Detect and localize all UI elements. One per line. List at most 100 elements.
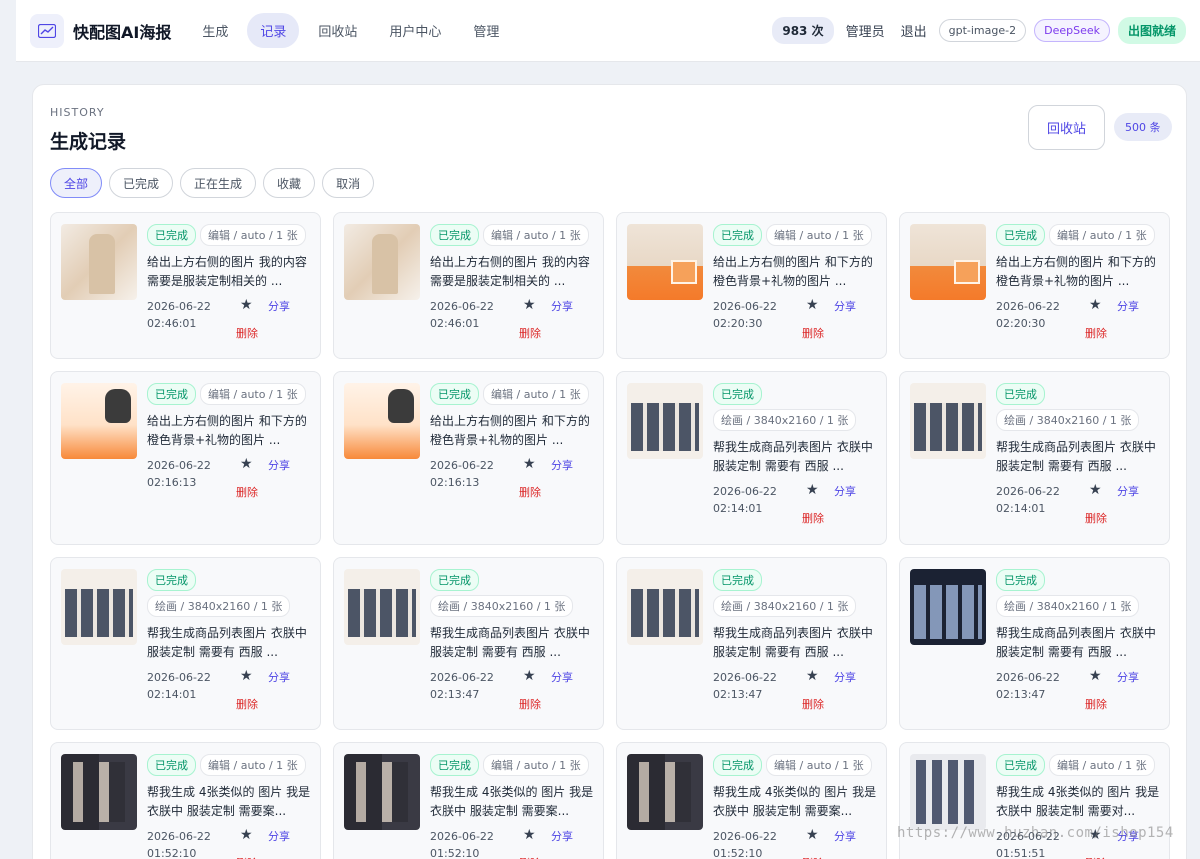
record-thumbnail[interactable]: [910, 224, 986, 300]
record-card[interactable]: 已完成 编辑 / auto / 1 张 给出上方右侧的图片 和下方的 橙色背景+…: [899, 212, 1170, 359]
recycle-bin-button[interactable]: 回收站: [1028, 105, 1105, 150]
record-card[interactable]: 已完成 绘画 / 3840x2160 / 1 张 帮我生成商品列表图片 衣朕中 …: [333, 557, 604, 730]
record-thumbnail[interactable]: [61, 224, 137, 300]
nav-records[interactable]: 记录: [247, 13, 300, 48]
record-meta-badge: 编辑 / auto / 1 张: [766, 224, 872, 246]
share-button[interactable]: 分享: [834, 828, 856, 844]
share-button[interactable]: 分享: [1117, 298, 1139, 314]
star-icon[interactable]: ★: [240, 297, 253, 313]
delete-button[interactable]: 删除: [519, 484, 541, 500]
delete-button[interactable]: 删除: [519, 696, 541, 712]
share-button[interactable]: 分享: [268, 669, 290, 685]
share-button[interactable]: 分享: [834, 669, 856, 685]
delete-button[interactable]: 删除: [236, 855, 258, 859]
share-button[interactable]: 分享: [834, 298, 856, 314]
record-body: 已完成 绘画 / 3840x2160 / 1 张 帮我生成商品列表图片 衣朕中 …: [996, 383, 1161, 526]
record-meta-badge: 绘画 / 3840x2160 / 1 张: [430, 595, 574, 617]
logout-link[interactable]: 退出: [897, 21, 931, 40]
filter-favorites[interactable]: 收藏: [263, 168, 316, 198]
record-thumbnail[interactable]: [61, 383, 137, 459]
delete-button[interactable]: 删除: [1085, 510, 1107, 526]
app-logo[interactable]: [30, 13, 64, 48]
nav-user-center[interactable]: 用户中心: [376, 13, 454, 48]
nav-generate[interactable]: 生成: [189, 13, 241, 48]
delete-button[interactable]: 删除: [1085, 325, 1107, 341]
delete-button[interactable]: 删除: [1085, 696, 1107, 712]
star-icon[interactable]: ★: [806, 827, 819, 843]
record-thumbnail[interactable]: [61, 569, 137, 645]
nav-recycle[interactable]: 回收站: [305, 13, 370, 48]
record-card[interactable]: 已完成 绘画 / 3840x2160 / 1 张 帮我生成商品列表图片 衣朕中 …: [50, 557, 321, 730]
record-card[interactable]: 已完成 编辑 / auto / 1 张 帮我生成 4张类似的 图片 我是衣朕中 …: [899, 742, 1170, 859]
star-icon[interactable]: ★: [1089, 297, 1102, 313]
record-thumbnail[interactable]: [61, 754, 137, 830]
record-card[interactable]: 已完成 编辑 / auto / 1 张 给出上方右侧的图片 和下方的 橙色背景+…: [616, 212, 887, 359]
delete-button[interactable]: 删除: [236, 325, 258, 341]
record-thumbnail[interactable]: [910, 569, 986, 645]
share-button[interactable]: 分享: [268, 298, 290, 314]
record-card[interactable]: 已完成 编辑 / auto / 1 张 给出上方右侧的图片 我的内容需要是服装定…: [50, 212, 321, 359]
star-icon[interactable]: ★: [240, 827, 253, 843]
record-thumbnail[interactable]: [627, 569, 703, 645]
record-footer: 2026-06-22 02:46:01 ★ 分享 删除: [147, 297, 312, 341]
share-button[interactable]: 分享: [268, 828, 290, 844]
record-card[interactable]: 已完成 编辑 / auto / 1 张 给出上方右侧的图片 我的内容需要是服装定…: [333, 212, 604, 359]
record-card[interactable]: 已完成 绘画 / 3840x2160 / 1 张 帮我生成商品列表图片 衣朕中 …: [616, 371, 887, 545]
share-button[interactable]: 分享: [1117, 483, 1139, 499]
delete-button[interactable]: 删除: [802, 325, 824, 341]
delete-button[interactable]: 删除: [519, 855, 541, 859]
star-icon[interactable]: ★: [240, 668, 253, 684]
share-button[interactable]: 分享: [551, 298, 573, 314]
delete-button[interactable]: 删除: [802, 696, 824, 712]
share-button[interactable]: 分享: [1117, 669, 1139, 685]
star-icon[interactable]: ★: [806, 297, 819, 313]
record-thumbnail[interactable]: [910, 383, 986, 459]
record-card[interactable]: 已完成 编辑 / auto / 1 张 帮我生成 4张类似的 图片 我是衣朕中 …: [616, 742, 887, 859]
record-card[interactable]: 已完成 绘画 / 3840x2160 / 1 张 帮我生成商品列表图片 衣朕中 …: [899, 557, 1170, 730]
record-tags: 已完成 编辑 / auto / 1 张: [713, 754, 878, 776]
star-icon[interactable]: ★: [806, 482, 819, 498]
star-icon[interactable]: ★: [523, 297, 536, 313]
filter-cancelled[interactable]: 取消: [322, 168, 375, 198]
filter-generating[interactable]: 正在生成: [180, 168, 257, 198]
star-icon[interactable]: ★: [523, 827, 536, 843]
record-card[interactable]: 已完成 编辑 / auto / 1 张 帮我生成 4张类似的 图片 我是衣朕中 …: [50, 742, 321, 859]
star-icon[interactable]: ★: [1089, 668, 1102, 684]
record-thumbnail[interactable]: [344, 754, 420, 830]
record-card[interactable]: 已完成 编辑 / auto / 1 张 给出上方右侧的图片 和下方的 橙色背景+…: [50, 371, 321, 545]
record-card[interactable]: 已完成 绘画 / 3840x2160 / 1 张 帮我生成商品列表图片 衣朕中 …: [616, 557, 887, 730]
nav-admin[interactable]: 管理: [460, 13, 512, 48]
record-card[interactable]: 已完成 编辑 / auto / 1 张 帮我生成 4张类似的 图片 我是衣朕中 …: [333, 742, 604, 859]
record-card[interactable]: 已完成 绘画 / 3840x2160 / 1 张 帮我生成商品列表图片 衣朕中 …: [899, 371, 1170, 545]
record-thumbnail[interactable]: [627, 224, 703, 300]
record-card[interactable]: 已完成 编辑 / auto / 1 张 给出上方右侧的图片 和下方的 橙色背景+…: [333, 371, 604, 545]
user-role[interactable]: 管理员: [842, 21, 889, 40]
delete-button[interactable]: 删除: [236, 696, 258, 712]
record-footer: 2026-06-22 01:52:10 ★ 分享 删除: [430, 827, 595, 859]
filter-completed[interactable]: 已完成: [109, 168, 174, 198]
share-button[interactable]: 分享: [268, 457, 290, 473]
star-icon[interactable]: ★: [1089, 482, 1102, 498]
delete-button[interactable]: 删除: [802, 855, 824, 859]
record-thumbnail[interactable]: [627, 754, 703, 830]
record-body: 已完成 绘画 / 3840x2160 / 1 张 帮我生成商品列表图片 衣朕中 …: [713, 383, 878, 526]
share-button[interactable]: 分享: [551, 457, 573, 473]
header-right: 983 次 管理员 退出 gpt-image-2 DeepSeek 出图就绪: [772, 17, 1186, 44]
share-button[interactable]: 分享: [551, 828, 573, 844]
record-thumbnail[interactable]: [627, 383, 703, 459]
share-button[interactable]: 分享: [551, 669, 573, 685]
record-thumbnail[interactable]: [344, 224, 420, 300]
share-button[interactable]: 分享: [834, 483, 856, 499]
star-icon[interactable]: ★: [806, 668, 819, 684]
record-thumbnail[interactable]: [344, 383, 420, 459]
delete-button[interactable]: 删除: [519, 325, 541, 341]
filter-all[interactable]: 全部: [50, 168, 103, 198]
star-icon[interactable]: ★: [240, 456, 253, 472]
star-icon[interactable]: ★: [523, 668, 536, 684]
record-thumbnail[interactable]: [910, 754, 986, 830]
star-icon[interactable]: ★: [523, 456, 536, 472]
record-thumbnail[interactable]: [344, 569, 420, 645]
delete-button[interactable]: 删除: [802, 510, 824, 526]
delete-button[interactable]: 删除: [1085, 855, 1107, 859]
delete-button[interactable]: 删除: [236, 484, 258, 500]
